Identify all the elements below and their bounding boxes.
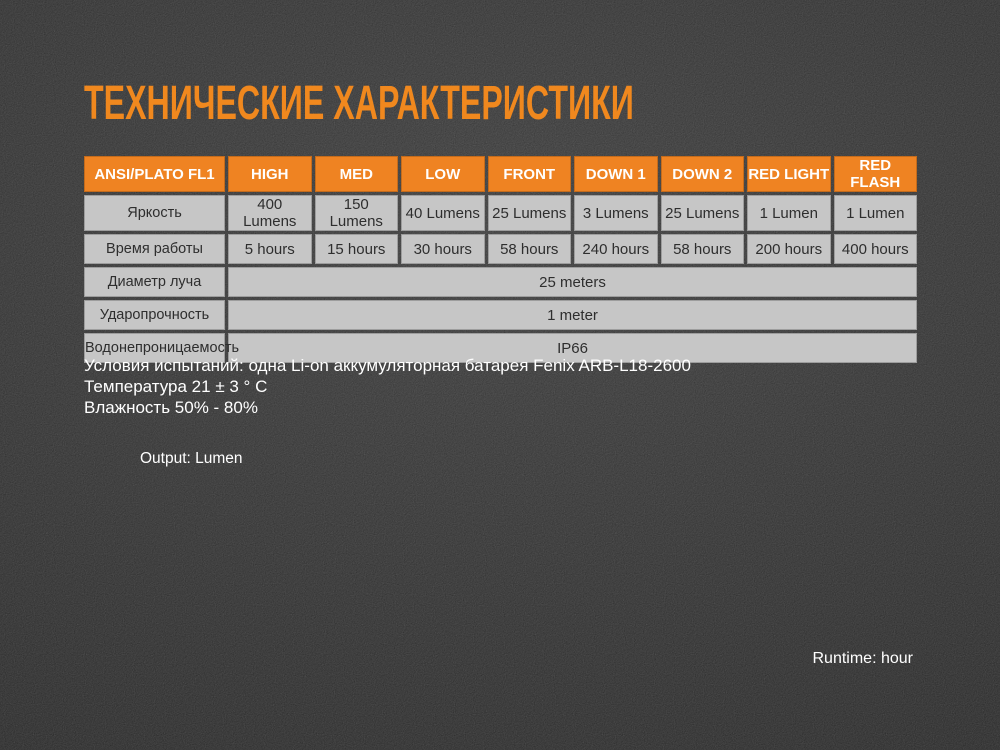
x-axis-title: Runtime: hour <box>800 650 913 668</box>
runtime-chart <box>0 0 1000 750</box>
fenix-spec-page: ТЕХНИЧЕСКИЕ ХАРАКТЕРИСТИКИ ANSI/PLATO FL… <box>0 0 1000 750</box>
content-layer: ТЕХНИЧЕСКИЕ ХАРАКТЕРИСТИКИ ANSI/PLATO FL… <box>0 0 1000 750</box>
y-axis-title: Output: Lumen <box>140 450 243 468</box>
